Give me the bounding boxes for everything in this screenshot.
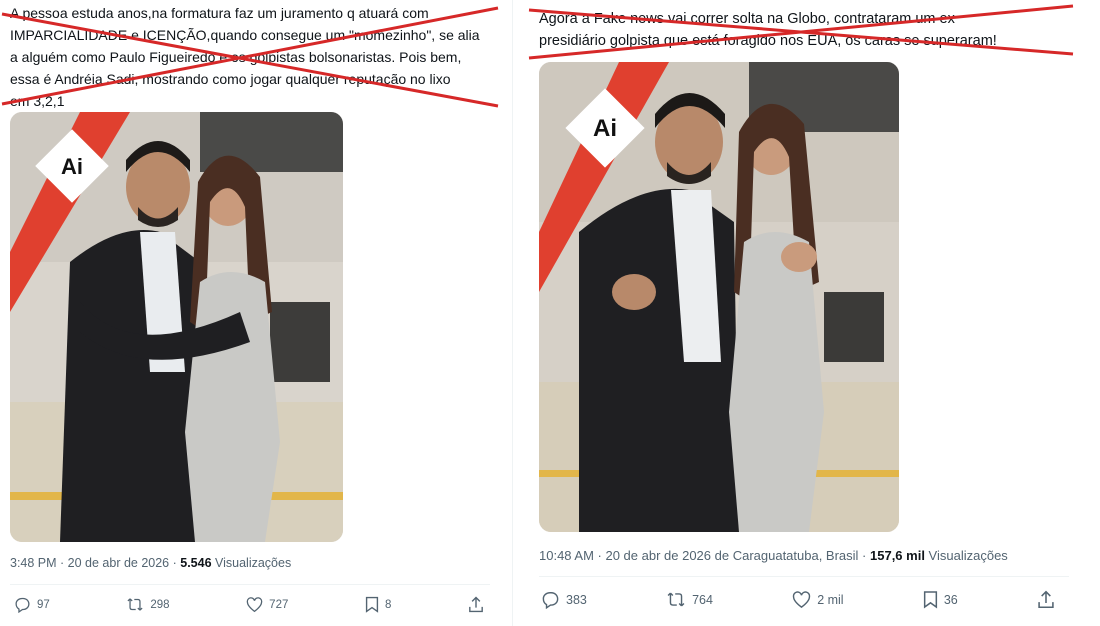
tweet-meta: 3:48 PM · 20 de abr de 2026 · 5.546 Visu… [10,556,291,570]
repost-icon [667,592,685,607]
timestamp[interactable]: 3:48 PM · 20 de abr de 2026 · [10,556,180,570]
reply-count: 383 [566,592,587,607]
share-icon [469,596,483,613]
right-tweet: Agora a Fake news vai correr solta na Gl… [527,0,1075,626]
bookmark-button[interactable]: 36 [923,590,958,609]
timestamp[interactable]: 10:48 AM · 20 de abr de 2026 de Caraguat… [539,548,870,563]
views-count: 5.546 [180,556,212,570]
repost-button[interactable]: 764 [666,590,713,609]
repost-icon [127,598,143,611]
tweet-text: A pessoa estuda anos,na formatura faz um… [10,5,480,109]
share-icon [1038,590,1054,609]
like-button[interactable]: 727 [246,596,289,613]
bookmark-icon [923,591,937,609]
share-button[interactable] [468,596,484,613]
views-count: 157,6 mil [870,548,925,563]
divider [539,576,1069,577]
panel-divider [512,0,513,626]
ai-watermark-label: Ai [61,154,83,179]
tweet-photo[interactable]: Ai [539,62,899,532]
tweet-photo[interactable]: Ai [10,112,343,542]
divider [10,584,490,585]
bookmark-icon [365,596,379,613]
like-button[interactable]: 2 mil [792,590,844,609]
bookmark-count: 36 [943,592,958,607]
reply-count: 97 [37,598,50,611]
action-bar: 383 764 2 mil 36 [541,590,1055,609]
views-label: Visualizações [211,556,292,570]
action-bar: 97 298 727 8 [14,596,484,613]
tweet-text: Agora a Fake news vai correr solta na Gl… [539,11,997,49]
reply-icon [15,597,30,613]
tweet-meta: 10:48 AM · 20 de abr de 2026 de Caraguat… [539,548,1008,563]
left-tweet: A pessoa estuda anos,na formatura faz um… [0,0,500,626]
like-count: 727 [269,598,289,611]
share-button[interactable] [1037,590,1055,609]
like-icon [793,590,811,608]
like-count: 2 mil [817,592,844,607]
bookmark-button[interactable]: 8 [365,596,391,613]
bookmark-count: 8 [384,598,392,611]
reply-icon [542,592,559,609]
reply-button[interactable]: 383 [541,590,587,609]
repost-button[interactable]: 298 [126,596,170,613]
views-label: Visualizações [924,548,1008,563]
reply-button[interactable]: 97 [14,596,50,613]
like-icon [246,596,263,612]
repost-count: 764 [692,592,713,607]
ai-watermark-label: Ai [593,115,617,142]
repost-count: 298 [150,598,170,611]
